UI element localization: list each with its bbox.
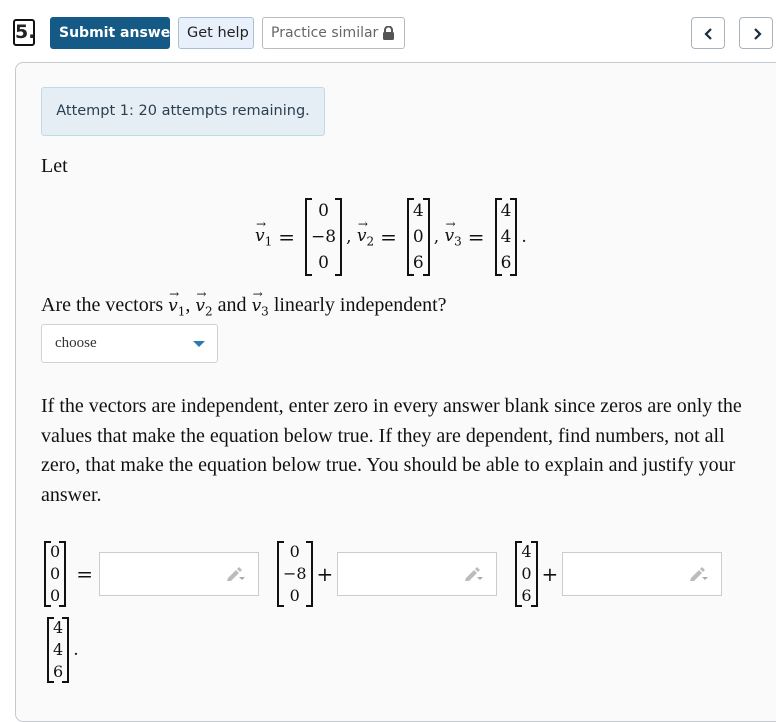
lock-icon [383, 26, 394, 40]
vector-v1-matrix: 0 −8 0 [276, 541, 313, 607]
intro-text: Let [41, 155, 68, 177]
plus-sign: + [316, 562, 334, 586]
vector-label-v1: → v1 [168, 287, 186, 319]
instructions-text: If the vectors are independent, enter ze… [41, 395, 742, 506]
vector-label-v3: → v3 [444, 216, 462, 249]
independence-select[interactable]: choose [41, 324, 218, 363]
pencil-dropdown-icon[interactable] [689, 566, 709, 582]
vector-v1-matrix: 0 −8 0 [305, 198, 343, 276]
get-help-button[interactable]: Get help [178, 17, 254, 49]
vector-label-v3: → v3 [251, 287, 269, 319]
matrix-entry: −8 [311, 227, 337, 247]
vector-label-v1: → v1 [255, 216, 273, 249]
matrix-entry: 4 [53, 618, 64, 637]
vector-v3-matrix: 4 4 6 [47, 617, 70, 683]
next-question-button[interactable] [739, 17, 773, 49]
submit-answer-button[interactable]: Submit answer [50, 17, 177, 49]
equals-sign: = [76, 562, 93, 586]
vector-label-v2: → v2 [195, 287, 213, 319]
vector-v2-matrix: 4 0 6 [406, 198, 430, 276]
independence-question: Are the vectors → v1, → v2 and → v3 linearl… [41, 287, 447, 319]
zero-vector-matrix: 0 0 0 [44, 541, 67, 607]
matrix-entry: 0 [289, 586, 300, 605]
matrix-entry: 4 [53, 640, 64, 659]
coefficient-3-input[interactable] [562, 552, 723, 596]
matrix-entry: 0 [412, 227, 424, 247]
matrix-entry: −8 [282, 564, 307, 583]
matrix-entry: 4 [412, 201, 424, 221]
plus-sign: + [541, 562, 559, 586]
linear-combination-equation-continued: 4 4 6 . [43, 613, 79, 687]
matrix-entry: 0 [289, 542, 300, 561]
matrix-entry: 6 [521, 586, 532, 605]
pencil-dropdown-icon[interactable] [226, 566, 246, 582]
vector-v3-matrix: 4 4 6 [494, 198, 518, 276]
matrix-entry: 0 [318, 253, 329, 273]
chevron-right-icon [754, 28, 762, 40]
matrix-entry: 0 [50, 564, 61, 583]
matrix-entry: 0 [521, 564, 532, 583]
matrix-entry: 6 [412, 253, 424, 273]
pencil-dropdown-icon[interactable] [464, 566, 484, 582]
practice-similar-label: Practice similar [271, 25, 379, 41]
matrix-entry: 4 [521, 542, 532, 561]
matrix-entry: 4 [500, 227, 512, 247]
practice-similar-button[interactable]: Practice similar [262, 17, 405, 49]
select-value: choose [55, 335, 97, 351]
period: . [73, 640, 79, 660]
vector-label-v2: → v2 [356, 216, 375, 249]
attempt-status: Attempt 1: 20 attempts remaining. [41, 87, 325, 136]
matrix-entry: 6 [500, 253, 512, 273]
matrix-entry: 6 [53, 662, 64, 681]
vector-v2-matrix: 4 0 6 [515, 541, 538, 607]
coefficient-1-input[interactable] [98, 552, 259, 596]
question-number: 5. [13, 19, 35, 46]
linear-combination-equation: 0 0 0 = 0 −8 0 + 4 0 6 + [40, 536, 723, 612]
matrix-entry: 4 [500, 201, 512, 221]
coefficient-2-input[interactable] [337, 552, 498, 596]
matrix-entry: 0 [50, 586, 61, 605]
toolbar: 5. Submit answer Get help Practice simil… [0, 0, 776, 62]
matrix-entry: 0 [318, 201, 329, 221]
matrix-entry: 0 [50, 542, 61, 561]
previous-question-button[interactable] [691, 17, 725, 49]
chevron-left-icon [704, 28, 712, 40]
vector-definitions: → v1 = 0 −8 0 , → v2 = 4 0 6 , → v3 = 4 4 6… [255, 198, 527, 276]
caret-down-icon [193, 341, 205, 347]
